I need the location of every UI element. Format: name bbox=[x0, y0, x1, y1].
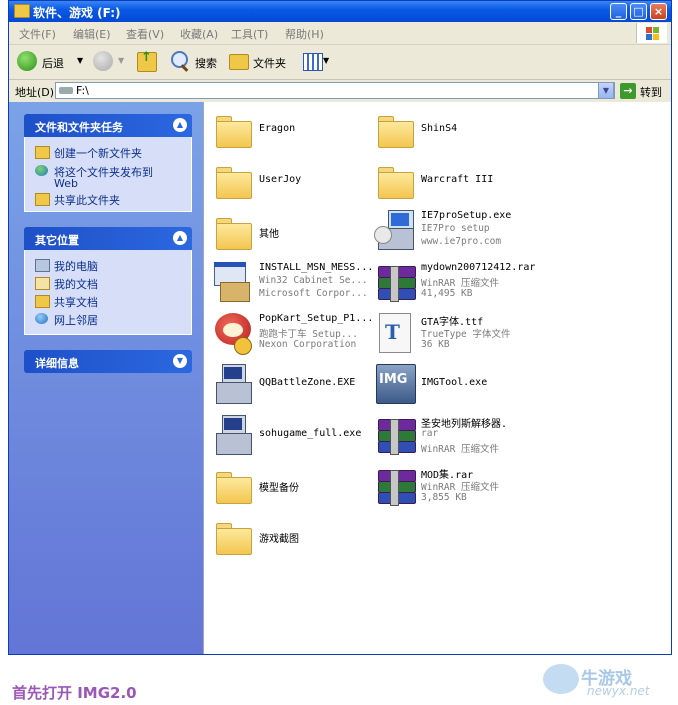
file-tasks-header[interactable]: 文件和文件夹任务 ▲ bbox=[24, 114, 192, 137]
truetype-font-icon: T bbox=[374, 313, 416, 355]
forward-arrow-icon bbox=[93, 51, 113, 71]
file-item[interactable]: mydown200712412.rar WinRAR 压缩文件 41,495 K… bbox=[374, 262, 539, 312]
globe-icon bbox=[35, 165, 48, 176]
drive-icon bbox=[59, 87, 73, 94]
instruction-caption: 首先打开 IMG2.0 bbox=[12, 684, 137, 702]
back-label: 后退 bbox=[42, 57, 64, 70]
task-pane: 文件和文件夹任务 ▲ 创建一个新文件夹 将这个文件夹发布到 Web 共享此文件夹 bbox=[9, 102, 203, 654]
drive-icon bbox=[14, 4, 30, 18]
file-item[interactable]: QQBattleZone.EXE bbox=[212, 364, 377, 414]
collapse-chevron-icon[interactable]: ▲ bbox=[173, 118, 187, 132]
menu-file[interactable]: 文件(F) bbox=[19, 26, 56, 42]
shared-folder-icon bbox=[35, 295, 50, 308]
folder-icon bbox=[212, 212, 254, 254]
folder-icon bbox=[212, 466, 254, 508]
details-header[interactable]: 详细信息 ▼ bbox=[24, 350, 192, 373]
popkart-icon bbox=[212, 313, 254, 355]
file-item[interactable]: 圣安地列斯解移器. rar WinRAR 压缩文件 bbox=[374, 415, 539, 465]
folders-label: 文件夹 bbox=[253, 57, 286, 70]
computer-icon bbox=[35, 259, 50, 272]
documents-icon bbox=[35, 277, 50, 290]
file-tasks-panel: 文件和文件夹任务 ▲ 创建一个新文件夹 将这个文件夹发布到 Web 共享此文件夹 bbox=[24, 114, 192, 212]
folder-icon bbox=[212, 517, 254, 559]
address-input[interactable]: F:\ bbox=[55, 82, 615, 99]
menu-edit[interactable]: 编辑(E) bbox=[73, 26, 111, 42]
file-list: Eragon UserJoy 其他 INSTALL_MSN_MESS... Wi… bbox=[203, 102, 671, 654]
file-item[interactable]: INSTALL_MSN_MESS... Win32 Cabinet Se... … bbox=[212, 262, 377, 312]
file-item[interactable]: MOD集.rar WinRAR 压缩文件 3,855 KB bbox=[374, 466, 539, 516]
imgtool-icon: IMG bbox=[374, 364, 416, 406]
other-places-header[interactable]: 其它位置 ▲ bbox=[24, 227, 192, 250]
setup-icon bbox=[212, 415, 254, 457]
maximize-button[interactable]: □ bbox=[630, 3, 647, 20]
address-label: 地址(D) bbox=[15, 86, 55, 99]
minimize-button[interactable]: _ bbox=[610, 3, 627, 20]
address-bar: 地址(D) F:\ ▼ → 转到 bbox=[9, 80, 671, 103]
toolbar: 后退 ▼ ▼ ↑ 搜索 文件夹 ▼ bbox=[9, 45, 671, 80]
search-label: 搜索 bbox=[195, 57, 217, 70]
back-arrow-icon bbox=[17, 51, 37, 71]
forward-dropdown-icon[interactable]: ▼ bbox=[118, 56, 124, 65]
file-item[interactable]: sohugame_full.exe bbox=[212, 415, 377, 465]
title-bar[interactable]: 软件、游戏 (F:) _ □ × bbox=[9, 1, 671, 22]
back-button[interactable]: 后退 ▼ bbox=[13, 51, 89, 73]
winrar-icon bbox=[374, 466, 416, 508]
views-button[interactable]: ▼ bbox=[301, 51, 333, 73]
folder-icon bbox=[212, 161, 254, 203]
folder-icon bbox=[374, 110, 416, 152]
file-item[interactable]: ShinS4 bbox=[374, 110, 539, 160]
views-icon bbox=[303, 53, 323, 71]
explorer-window: 软件、游戏 (F:) _ □ × 文件(F) 编辑(E) 查看(V) 收藏(A)… bbox=[8, 0, 672, 655]
file-item[interactable]: Eragon bbox=[212, 110, 377, 160]
share-folder-icon bbox=[35, 193, 50, 206]
file-item[interactable]: UserJoy bbox=[212, 161, 377, 211]
network-icon bbox=[35, 313, 48, 324]
file-item[interactable]: 模型备份 bbox=[212, 466, 377, 516]
file-item[interactable]: IE7proSetup.exe IE7Pro setup www.ie7pro.… bbox=[374, 210, 539, 260]
folders-button[interactable]: 文件夹 bbox=[227, 51, 293, 73]
go-button[interactable]: 转到 bbox=[640, 84, 662, 100]
up-folder-button[interactable]: ↑ bbox=[135, 50, 161, 73]
menu-tools[interactable]: 工具(T) bbox=[231, 26, 268, 42]
ie7pro-setup-icon bbox=[374, 210, 416, 252]
views-dropdown-icon[interactable]: ▼ bbox=[323, 56, 329, 65]
watermark: 牛游戏 newyx.net bbox=[543, 660, 668, 700]
up-arrow-icon: ↑ bbox=[141, 50, 152, 65]
installer-icon bbox=[212, 262, 254, 304]
folders-icon bbox=[229, 54, 249, 70]
windows-logo-icon bbox=[636, 23, 667, 43]
watermark-logo-icon bbox=[543, 664, 579, 694]
file-item[interactable]: 游戏截图 bbox=[212, 517, 377, 567]
address-value: F:\ bbox=[76, 84, 89, 97]
file-item[interactable]: 其他 bbox=[212, 212, 377, 262]
menu-favorites[interactable]: 收藏(A) bbox=[180, 26, 218, 42]
winrar-icon bbox=[374, 415, 416, 457]
file-item[interactable]: T GTA字体.ttf TrueType 字体文件 36 KB bbox=[374, 313, 539, 363]
other-places-panel: 其它位置 ▲ 我的电脑 我的文档 共享文档 网上邻居 bbox=[24, 227, 192, 335]
folder-icon bbox=[212, 110, 254, 152]
details-panel: 详细信息 ▼ bbox=[24, 350, 192, 373]
collapse-chevron-icon[interactable]: ▲ bbox=[173, 231, 187, 245]
menu-help[interactable]: 帮助(H) bbox=[285, 26, 324, 42]
menu-view[interactable]: 查看(V) bbox=[126, 26, 164, 42]
new-folder-icon bbox=[35, 146, 50, 159]
file-item[interactable]: IMG IMGTool.exe bbox=[374, 364, 539, 414]
forward-button[interactable]: ▼ bbox=[91, 51, 129, 73]
winrar-icon bbox=[374, 262, 416, 304]
folder-icon bbox=[374, 161, 416, 203]
search-button[interactable]: 搜索 bbox=[169, 51, 225, 73]
back-dropdown-icon[interactable]: ▼ bbox=[77, 56, 83, 65]
window-title: 软件、游戏 (F:) bbox=[33, 6, 121, 20]
menu-bar: 文件(F) 编辑(E) 查看(V) 收藏(A) 工具(T) 帮助(H) bbox=[9, 22, 671, 45]
watermark-url: newyx.net bbox=[587, 684, 650, 698]
expand-chevron-icon[interactable]: ▼ bbox=[173, 354, 187, 368]
file-item[interactable]: Warcraft III bbox=[374, 161, 539, 211]
setup-icon bbox=[212, 364, 254, 406]
go-arrow-icon[interactable]: → bbox=[620, 83, 636, 99]
file-item[interactable]: PopKart_Setup_P1... 跑跑卡丁车 Setup... Nexon… bbox=[212, 313, 377, 363]
address-dropdown-icon[interactable]: ▼ bbox=[598, 82, 614, 99]
close-button[interactable]: × bbox=[650, 3, 667, 20]
